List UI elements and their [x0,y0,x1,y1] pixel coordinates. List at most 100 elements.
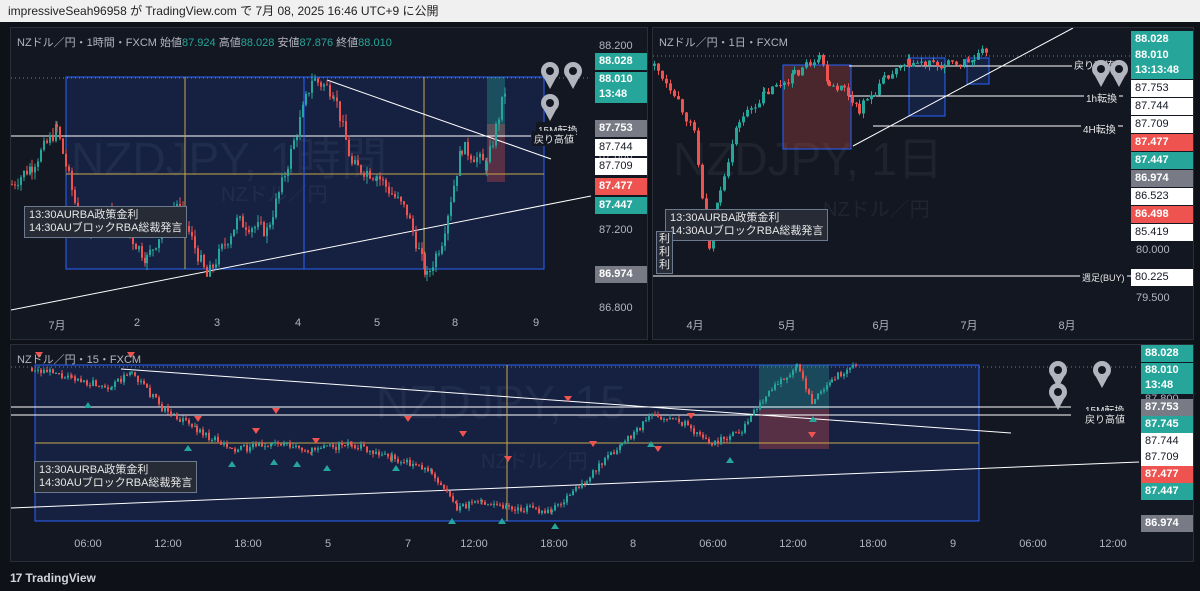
candle-body [137,375,139,383]
x-tick: 12:00 [460,538,488,550]
candle-body [456,175,458,186]
candle-body [584,482,586,484]
candle-body [46,369,48,373]
candle-body [242,216,244,228]
candle-body [660,416,662,420]
candle-body [323,445,325,448]
candle-body [630,435,632,439]
candle-body [820,391,822,394]
candle-body [403,462,405,464]
candle-body [205,432,207,436]
candle-body [569,495,571,497]
x-tick: 4月 [686,320,704,332]
price-label: 87.744 [595,139,647,156]
candle-body [290,148,292,169]
candle-body [920,61,923,63]
candle-body [240,445,242,450]
candle-body [421,465,423,470]
candle-body [693,122,696,131]
candle-body [342,121,344,123]
candle-body [831,379,833,383]
x-tick: 18:00 [540,538,568,550]
candle-body [131,372,133,374]
candle-body [771,389,773,392]
candle-body [711,442,713,446]
candle-body [878,83,881,95]
candle-body [793,69,796,74]
candle-body [940,65,943,69]
candle-body [223,442,225,445]
candle-body [427,467,429,472]
x-tick: 06:00 [1019,538,1047,550]
tag-pullback-high: 戻り高値 [532,131,576,146]
candle-body [586,481,588,484]
x-tick: 9 [949,538,957,550]
candle-body [837,372,839,380]
tag-4h-reversal: 4H転換 [1081,121,1118,136]
candle-body [197,248,199,262]
candle-body [735,432,737,434]
candle-body [239,216,241,218]
candle-body [551,510,553,513]
candle-body [473,159,475,163]
tradingview-logo[interactable]: 17 TradingView [10,571,96,585]
candle-body [199,429,201,433]
pin-icon[interactable] [562,60,584,90]
candle-body [202,429,204,436]
candle-body [613,452,615,454]
pin-icon[interactable] [1108,58,1130,88]
candle-body [672,417,674,419]
candle-body [598,463,600,472]
candle-body [432,267,434,271]
candle-body [759,402,761,409]
candle-body [476,157,478,163]
candle-body [394,194,396,198]
candle-body [52,369,54,374]
candle-body [214,436,216,440]
candle-body [578,486,580,488]
candle-body [802,371,804,379]
candle-body [74,376,76,381]
candle-body [654,414,656,416]
candle-body [826,64,829,82]
candle-body [742,116,745,123]
pin-icon[interactable] [539,92,561,122]
candle-body [379,176,381,180]
candle-body [83,380,85,383]
candle-body [763,91,766,93]
candle-body [836,85,839,91]
candle-body [847,87,850,96]
price-label: 87.447 [1131,152,1193,169]
candle-body [326,445,328,447]
candle-body [464,141,466,155]
candle-body [951,60,954,62]
candle-body [924,61,927,66]
candle-body [665,78,668,84]
candle-body [236,217,238,230]
candle-body [796,364,798,368]
candle-body [141,246,143,258]
price-label: 87.709 [1131,116,1193,133]
chart-canvas-15m[interactable] [11,345,1193,561]
candle-body [673,90,676,97]
candle-body [254,227,256,229]
pin-icon[interactable] [539,60,561,90]
candle-body [351,444,353,446]
candle-body [388,186,390,194]
candle-body [400,196,402,202]
candle-body [967,59,970,63]
candle-body [453,185,455,203]
candle-body [852,364,854,368]
chart-panel-15m[interactable]: NZDJPY, 15 NZドル／円 NZドル／円・15・FXCM 13:30AU… [10,344,1194,562]
pin-icon[interactable] [1091,359,1113,389]
chart-panel-1d[interactable]: NZDJPY, 1日 NZドル／円 NZドル／円・1日・FXCM 13:30AU… [652,27,1194,340]
candle-body [517,507,519,511]
candle-body [424,467,426,470]
candle-body [719,190,722,203]
candle-body [817,393,819,400]
chart-panel-1h[interactable]: NZDJPY, 1時間 NZドル／円 NZドル／円・1時間・FXCM 始値87.… [10,27,648,340]
x-tick: 5 [373,317,381,329]
candle-body [129,372,131,375]
candle-body [409,215,411,219]
pin-icon[interactable] [1047,381,1069,411]
